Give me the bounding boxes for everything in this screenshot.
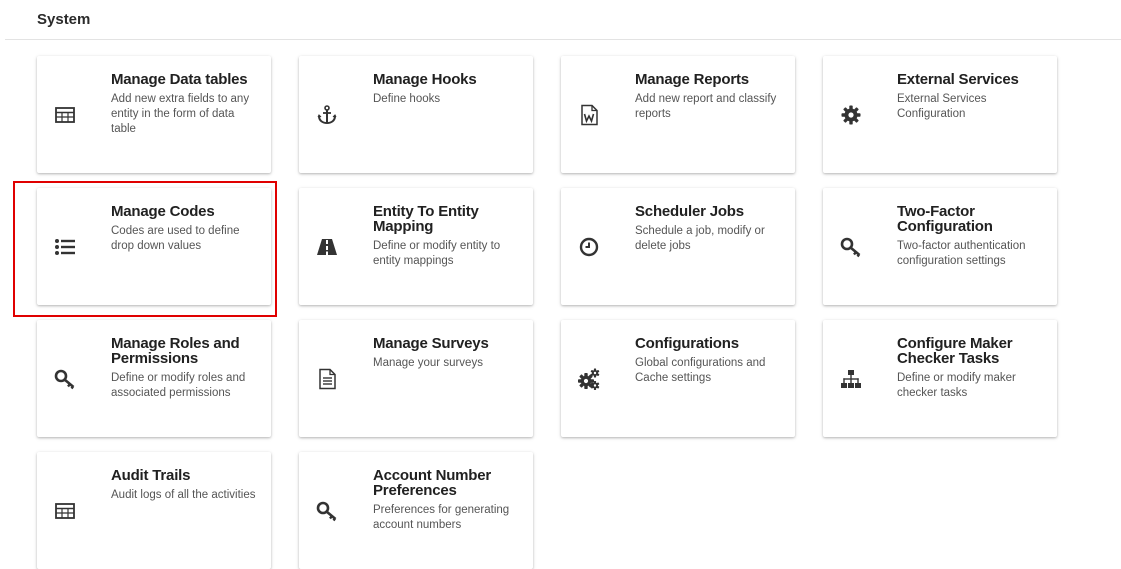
table-icon <box>53 452 77 569</box>
key-icon <box>53 320 77 437</box>
gear-icon <box>839 56 863 173</box>
card-title: Configurations <box>635 335 739 352</box>
card-description: Two-factor authentication configuration … <box>897 240 1026 267</box>
card-description: Add new extra fields to any entity in th… <box>111 93 250 135</box>
key-icon <box>315 452 339 569</box>
word-file-icon <box>577 56 601 173</box>
card-title: Manage Reports <box>635 71 749 88</box>
card-description: Audit logs of all the activities <box>111 489 256 501</box>
card-manage-hooks[interactable]: Manage Hooks Define hooks <box>299 56 533 173</box>
file-text-icon <box>315 320 339 437</box>
card-title: Manage Data tables <box>111 71 248 88</box>
sitemap-icon <box>839 320 863 437</box>
card-description: Define or modify roles and associated pe… <box>111 372 246 399</box>
card-description: Define or modify entity to entity mappin… <box>373 240 501 267</box>
card-description: Preferences for generating account numbe… <box>373 504 510 531</box>
card-description: Schedule a job, modify or delete jobs <box>635 225 765 252</box>
card-manage-codes[interactable]: Manage Codes Codes are used to define dr… <box>37 188 271 305</box>
card-manage-surveys[interactable]: Manage Surveys Manage your surveys <box>299 320 533 437</box>
card-manage-roles-and-permissions[interactable]: Manage Roles and Permissions Define or m… <box>37 320 271 437</box>
card-manage-reports[interactable]: Manage Reports Add new report and classi… <box>561 56 795 173</box>
section-divider <box>5 39 1121 40</box>
card-title: Two-Factor Configuration <box>897 203 993 235</box>
road-icon <box>315 188 339 305</box>
card-description: Global configurations and Cache settings <box>635 357 766 384</box>
card-two-factor-configuration[interactable]: Two-Factor Configuration Two-factor auth… <box>823 188 1057 305</box>
card-title: Account Number Preferences <box>373 467 492 499</box>
card-scheduler-jobs[interactable]: Scheduler Jobs Schedule a job, modify or… <box>561 188 795 305</box>
card-account-number-preferences[interactable]: Account Number Preferences Preferences f… <box>299 452 533 569</box>
card-entity-to-entity-mapping[interactable]: Entity To Entity Mapping Define or modif… <box>299 188 533 305</box>
card-description: Add new report and classify reports <box>635 93 777 120</box>
card-description: Define or modify maker checker tasks <box>897 372 1016 399</box>
card-title: Scheduler Jobs <box>635 203 744 220</box>
card-title: Manage Roles and Permissions <box>111 335 240 367</box>
card-description: External Services Configuration <box>897 93 987 120</box>
card-description: Define hooks <box>373 93 441 105</box>
table-icon <box>53 56 77 173</box>
card-description: Codes are used to define drop down value… <box>111 225 240 252</box>
list-icon <box>53 188 77 305</box>
card-title: Audit Trails <box>111 467 191 484</box>
gears-icon <box>577 320 601 437</box>
card-title: Configure Maker Checker Tasks <box>897 335 1013 367</box>
card-title: Manage Hooks <box>373 71 477 88</box>
key-icon <box>839 188 863 305</box>
clock-icon <box>577 188 601 305</box>
anchor-icon <box>315 56 339 173</box>
card-title: External Services <box>897 71 1019 88</box>
card-title: Manage Codes <box>111 203 215 220</box>
card-configure-maker-checker-tasks[interactable]: Configure Maker Checker Tasks Define or … <box>823 320 1057 437</box>
card-configurations[interactable]: Configurations Global configurations and… <box>561 320 795 437</box>
card-description: Manage your surveys <box>373 357 483 369</box>
card-audit-trails[interactable]: Audit Trails Audit logs of all the activ… <box>37 452 271 569</box>
card-manage-data-tables[interactable]: Manage Data tables Add new extra fields … <box>37 56 271 173</box>
card-title: Entity To Entity Mapping <box>373 203 479 235</box>
card-title: Manage Surveys <box>373 335 489 352</box>
card-external-services[interactable]: External Services External Services Conf… <box>823 56 1057 173</box>
section-title: System <box>37 11 91 28</box>
